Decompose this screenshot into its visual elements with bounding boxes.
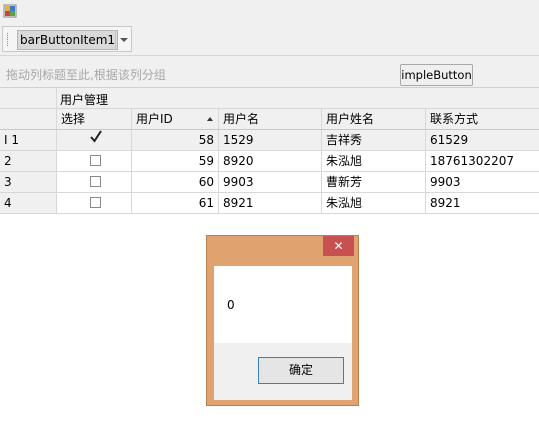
select-cell[interactable]: [57, 193, 132, 213]
grip-handle[interactable]: [7, 33, 11, 46]
select-cell[interactable]: [57, 151, 132, 171]
row-checkbox[interactable]: [90, 155, 101, 166]
chevron-down-icon[interactable]: [117, 30, 131, 48]
row-indicator: 2: [0, 151, 57, 171]
title-bar: [0, 0, 539, 22]
band-header[interactable]: 用户管理: [60, 91, 108, 108]
column-header-username[interactable]: 用户名: [219, 109, 322, 129]
column-header-fullname[interactable]: 用户姓名: [322, 109, 426, 129]
fullname-cell[interactable]: 曹新芳: [322, 172, 426, 192]
toolbar: barButtonItem1: [0, 22, 539, 56]
column-header-contact[interactable]: 联系方式: [426, 109, 539, 129]
table-row[interactable]: 2 59 8920 朱泓旭 18761302207: [0, 151, 539, 172]
message-box-footer: 确定: [214, 343, 352, 400]
checkmark-icon: [90, 130, 102, 143]
column-header-user-id-label: 用户ID: [136, 112, 173, 126]
column-header-select[interactable]: 选择: [57, 109, 132, 129]
contact-cell[interactable]: 18761302207: [426, 151, 539, 171]
table-row[interactable]: I 1 58 1529 吉祥秀 61529: [0, 130, 539, 151]
row-indicator: 3: [0, 172, 57, 192]
row-indicator: 4: [0, 193, 57, 213]
message-text: 0: [227, 298, 235, 312]
select-cell[interactable]: [57, 130, 132, 150]
fullname-cell[interactable]: 吉祥秀: [322, 130, 426, 150]
username-cell[interactable]: 1529: [219, 130, 322, 150]
user-id-cell[interactable]: 58: [132, 130, 219, 150]
bar-separator: [115, 30, 116, 48]
contact-cell[interactable]: 61529: [426, 130, 539, 150]
ok-button[interactable]: 确定: [258, 357, 344, 384]
user-id-cell[interactable]: 59: [132, 151, 219, 171]
user-id-cell[interactable]: 60: [132, 172, 219, 192]
table-row[interactable]: 3 60 9903 曹新芳 9903: [0, 172, 539, 193]
sort-ascending-icon: [207, 117, 213, 121]
close-icon[interactable]: ✕: [323, 236, 354, 256]
contact-cell[interactable]: 9903: [426, 172, 539, 192]
row-checkbox[interactable]: [90, 130, 102, 145]
column-header-row: 选择 用户ID 用户名 用户姓名 联系方式: [0, 109, 539, 130]
bar-button-item[interactable]: barButtonItem1: [17, 30, 119, 50]
username-cell[interactable]: 8921: [219, 193, 322, 213]
username-cell[interactable]: 9903: [219, 172, 322, 192]
username-cell[interactable]: 8920: [219, 151, 322, 171]
contact-cell[interactable]: 8921: [426, 193, 539, 213]
column-header-user-id[interactable]: 用户ID: [132, 109, 219, 129]
bar-group: barButtonItem1: [2, 26, 132, 52]
table-row[interactable]: 4 61 8921 朱泓旭 8921: [0, 193, 539, 214]
user-id-cell[interactable]: 61: [132, 193, 219, 213]
fullname-cell[interactable]: 朱泓旭: [322, 193, 426, 213]
band-indicator: [0, 88, 57, 108]
app-icon: [3, 4, 17, 18]
fullname-cell[interactable]: 朱泓旭: [322, 151, 426, 171]
row-checkbox[interactable]: [90, 176, 101, 187]
message-box-body: 0: [214, 266, 352, 343]
group-panel: 拖动列标题至此,根据该列分组 impleButton: [0, 56, 539, 88]
simple-button[interactable]: impleButton: [400, 64, 473, 86]
message-box: ✕ 0 确定: [206, 235, 359, 406]
band-header-row: 用户管理: [0, 88, 539, 109]
group-panel-hint: 拖动列标题至此,根据该列分组: [6, 68, 166, 82]
indicator-header: [0, 109, 57, 129]
row-indicator: I 1: [0, 130, 57, 150]
row-checkbox[interactable]: [90, 197, 101, 208]
select-cell[interactable]: [57, 172, 132, 192]
